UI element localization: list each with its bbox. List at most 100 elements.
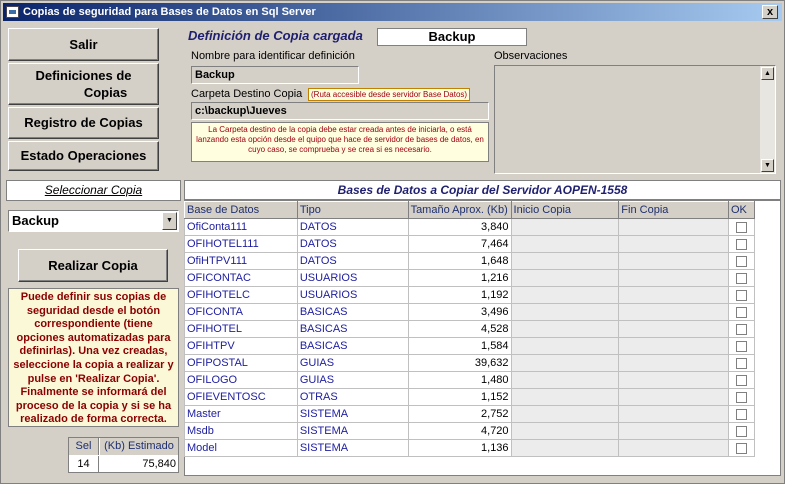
cell-db[interactable]: OFIPOSTAL xyxy=(184,354,298,372)
cell-end[interactable] xyxy=(618,269,729,287)
table-row[interactable]: OFICONTAC USUARIOS 1,216 xyxy=(184,269,756,287)
cell-size[interactable]: 1,136 xyxy=(407,439,512,457)
ok-checkbox[interactable] xyxy=(735,323,747,335)
cell-db[interactable]: Msdb xyxy=(184,422,298,440)
cell-db[interactable]: OFIEVENTOSC xyxy=(184,388,298,406)
table-row[interactable]: OFIPOSTAL GUIAS 39,632 xyxy=(184,354,756,372)
cell-start[interactable] xyxy=(510,354,620,372)
observations-field[interactable]: ▲ ▼ xyxy=(494,65,776,174)
cell-end[interactable] xyxy=(618,252,729,270)
cell-start[interactable] xyxy=(510,286,620,304)
cell-end[interactable] xyxy=(618,218,729,236)
cell-type[interactable]: USUARIOS xyxy=(296,269,409,287)
ok-checkbox[interactable] xyxy=(735,221,747,233)
cell-start[interactable] xyxy=(510,337,620,355)
cell-end[interactable] xyxy=(618,405,729,423)
title-bar[interactable]: Copias de seguridad para Bases de Datos … xyxy=(3,3,782,21)
cell-type[interactable]: DATOS xyxy=(296,252,409,270)
copy-select[interactable]: Backup ▼ xyxy=(8,210,179,232)
cell-type[interactable]: BASICAS xyxy=(296,337,409,355)
table-row[interactable]: OfiConta111 DATOS 3,840 xyxy=(184,218,756,236)
col-header-size[interactable]: Tamaño Aprox. (Kb) xyxy=(407,201,512,219)
table-row[interactable]: OFIHOTEL111 DATOS 7,464 xyxy=(184,235,756,253)
table-row[interactable]: OFIEVENTOSC OTRAS 1,152 xyxy=(184,388,756,406)
col-header-type[interactable]: Tipo xyxy=(296,201,409,219)
cell-start[interactable] xyxy=(510,269,620,287)
table-row[interactable]: OFIHTPV BASICAS 1,584 xyxy=(184,337,756,355)
cell-end[interactable] xyxy=(618,320,729,338)
col-header-start[interactable]: Inicio Copia xyxy=(510,201,620,219)
cell-db[interactable]: OFIHOTELC xyxy=(184,286,298,304)
cell-end[interactable] xyxy=(618,235,729,253)
cell-start[interactable] xyxy=(510,371,620,389)
table-row[interactable]: OfiHTPV111 DATOS 1,648 xyxy=(184,252,756,270)
ok-checkbox[interactable] xyxy=(735,408,747,420)
cell-db[interactable]: OFIHOTEL xyxy=(184,320,298,338)
table-row[interactable]: OFICONTA BASICAS 3,496 xyxy=(184,303,756,321)
cell-db[interactable]: Master xyxy=(184,405,298,423)
close-button[interactable]: x xyxy=(762,5,778,19)
name-field[interactable]: Backup xyxy=(191,66,359,84)
cell-db[interactable]: OfiConta111 xyxy=(184,218,298,236)
table-row[interactable]: Master SISTEMA 2,752 xyxy=(184,405,756,423)
table-row[interactable]: Model SISTEMA 1,136 xyxy=(184,439,756,457)
cell-size[interactable]: 3,840 xyxy=(407,218,512,236)
col-header-ok[interactable]: OK xyxy=(727,201,756,219)
cell-size[interactable]: 1,216 xyxy=(407,269,512,287)
cell-end[interactable] xyxy=(618,337,729,355)
ok-checkbox[interactable] xyxy=(735,255,747,267)
cell-type[interactable]: GUIAS xyxy=(296,371,409,389)
registry-button[interactable]: Registro de Copias xyxy=(8,107,159,139)
cell-type[interactable]: GUIAS xyxy=(296,354,409,372)
cell-end[interactable] xyxy=(618,422,729,440)
cell-size[interactable]: 1,152 xyxy=(407,388,512,406)
table-row[interactable]: Msdb SISTEMA 4,720 xyxy=(184,422,756,440)
cell-type[interactable]: DATOS xyxy=(296,218,409,236)
ok-checkbox[interactable] xyxy=(735,442,747,454)
ok-checkbox[interactable] xyxy=(735,272,747,284)
cell-type[interactable]: SISTEMA xyxy=(296,439,409,457)
cell-size[interactable]: 1,480 xyxy=(407,371,512,389)
ok-checkbox[interactable] xyxy=(735,340,747,352)
observations-scrollbar[interactable]: ▲ ▼ xyxy=(760,66,775,173)
cell-size[interactable]: 39,632 xyxy=(407,354,512,372)
ok-checkbox[interactable] xyxy=(735,391,747,403)
folder-field[interactable]: c:\backup\Jueves xyxy=(191,102,489,120)
cell-start[interactable] xyxy=(510,405,620,423)
table-row[interactable]: OFIHOTELC USUARIOS 1,192 xyxy=(184,286,756,304)
cell-type[interactable]: BASICAS xyxy=(296,303,409,321)
cell-db[interactable]: Model xyxy=(184,439,298,457)
cell-start[interactable] xyxy=(510,235,620,253)
cell-end[interactable] xyxy=(618,303,729,321)
cell-start[interactable] xyxy=(510,388,620,406)
cell-size[interactable]: 2,752 xyxy=(407,405,512,423)
cell-end[interactable] xyxy=(618,371,729,389)
ok-checkbox[interactable] xyxy=(735,289,747,301)
cell-type[interactable]: SISTEMA xyxy=(296,405,409,423)
cell-db[interactable]: OFILOGO xyxy=(184,371,298,389)
col-header-db[interactable]: Base de Datos xyxy=(184,201,298,219)
cell-size[interactable]: 7,464 xyxy=(407,235,512,253)
scroll-up-arrow-icon[interactable]: ▲ xyxy=(761,67,774,80)
cell-db[interactable]: OFIHTPV xyxy=(184,337,298,355)
cell-end[interactable] xyxy=(618,439,729,457)
cell-size[interactable]: 4,528 xyxy=(407,320,512,338)
cell-db[interactable]: OFICONTA xyxy=(184,303,298,321)
ok-checkbox[interactable] xyxy=(735,306,747,318)
cell-type[interactable]: USUARIOS xyxy=(296,286,409,304)
cell-start[interactable] xyxy=(510,252,620,270)
run-copy-button[interactable]: Realizar Copia xyxy=(18,249,168,282)
cell-db[interactable]: OfiHTPV111 xyxy=(184,252,298,270)
cell-type[interactable]: BASICAS xyxy=(296,320,409,338)
cell-start[interactable] xyxy=(510,320,620,338)
cell-start[interactable] xyxy=(510,422,620,440)
cell-db[interactable]: OFICONTAC xyxy=(184,269,298,287)
ok-checkbox[interactable] xyxy=(735,238,747,250)
cell-end[interactable] xyxy=(618,354,729,372)
ok-checkbox[interactable] xyxy=(735,374,747,386)
cell-size[interactable]: 1,648 xyxy=(407,252,512,270)
scroll-down-arrow-icon[interactable]: ▼ xyxy=(761,159,774,172)
cell-size[interactable]: 1,192 xyxy=(407,286,512,304)
cell-size[interactable]: 1,584 xyxy=(407,337,512,355)
cell-end[interactable] xyxy=(618,286,729,304)
